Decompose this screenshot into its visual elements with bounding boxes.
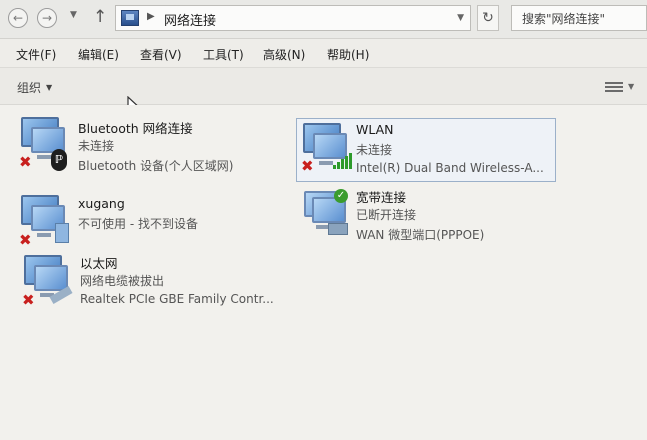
command-bar: 组织 ▼ ▼	[0, 68, 647, 105]
menu-view[interactable]: 查看(V)	[140, 46, 182, 63]
broadband-network-icon: ✓	[300, 187, 358, 247]
connection-device: WAN 微型端口(PPPOE)	[356, 228, 485, 242]
connection-name: 以太网	[80, 256, 118, 271]
error-x-icon: ✖	[22, 291, 35, 309]
menu-advanced[interactable]: 高级(N)	[263, 46, 305, 63]
search-input[interactable]: 搜索"网络连接"	[511, 5, 647, 31]
organize-button[interactable]: 组织 ▼	[17, 79, 52, 96]
forward-arrow-icon[interactable]: →	[37, 8, 57, 28]
menu-file[interactable]: 文件(F)	[16, 46, 56, 63]
breadcrumb-current[interactable]: 网络连接	[164, 10, 216, 29]
chevron-down-icon: ▼	[46, 83, 53, 92]
menu-bar: 文件(F) 编辑(E) 查看(V) 工具(T) 高级(N) 帮助(H)	[0, 39, 647, 68]
phone-icon	[55, 223, 69, 243]
network-connections-window: ← → ▼ ↑ ▶ 网络连接 ▼ ↻ 搜索"网络连接" 文件(F) 编辑(E) …	[0, 0, 647, 440]
ethernet-network-icon: ✖	[20, 253, 78, 313]
connection-status: 网络电缆被拔出	[80, 274, 165, 288]
connection-device: Bluetooth 设备(个人区域网)	[78, 159, 234, 173]
error-x-icon: ✖	[19, 153, 32, 171]
organize-label: 组织	[17, 81, 42, 95]
breadcrumb-separator[interactable]: ▶	[147, 11, 155, 22]
connection-status: 不可使用 - 找不到设备	[78, 217, 198, 231]
address-dropdown-icon[interactable]: ▼	[457, 13, 464, 23]
back-arrow-icon[interactable]: ←	[8, 8, 28, 28]
view-dropdown-icon[interactable]: ▼	[628, 82, 634, 91]
recent-locations-dropdown-icon[interactable]: ▼	[70, 10, 77, 20]
address-bar: ← → ▼ ↑ ▶ 网络连接 ▼ ↻ 搜索"网络连接"	[0, 0, 647, 39]
connection-wlan[interactable]: ✖ WLAN 未连接 Intel(R) Dual Band Wireless-A…	[296, 118, 556, 182]
connection-name: 宽带连接	[356, 190, 407, 205]
connection-ethernet[interactable]: ✖ 以太网 网络电缆被拔出 Realtek PCIe GBE Family Co…	[20, 253, 290, 319]
bluetooth-network-icon: ℙ ✖	[17, 115, 75, 175]
connection-device: Realtek PCIe GBE Family Contr...	[80, 292, 274, 306]
wan-plug-icon	[328, 223, 348, 235]
up-arrow-icon[interactable]: ↑	[93, 7, 107, 27]
address-path-box[interactable]: ▶ 网络连接 ▼	[115, 5, 471, 31]
change-view-icon[interactable]	[605, 82, 623, 96]
connection-status: 已断开连接	[356, 208, 417, 222]
menu-edit[interactable]: 编辑(E)	[78, 46, 119, 63]
connection-device: Intel(R) Dual Band Wireless-A...	[356, 161, 544, 175]
menu-help[interactable]: 帮助(H)	[327, 46, 369, 63]
connection-name: WLAN	[356, 122, 394, 137]
error-x-icon: ✖	[19, 231, 32, 249]
connection-name: Bluetooth 网络连接	[78, 121, 193, 136]
menu-tools[interactable]: 工具(T)	[203, 46, 244, 63]
check-icon: ✓	[334, 189, 348, 203]
connection-xugang[interactable]: ✖ xugang 不可使用 - 找不到设备	[17, 193, 287, 259]
bluetooth-icon: ℙ	[51, 149, 67, 171]
vpn-network-icon: ✖	[17, 193, 75, 253]
connection-name: xugang	[78, 196, 125, 211]
connection-bluetooth[interactable]: ℙ ✖ Bluetooth 网络连接 未连接 Bluetooth 设备(个人区域…	[17, 115, 287, 181]
connection-broadband[interactable]: ✓ 宽带连接 已断开连接 WAN 微型端口(PPPOE)	[300, 187, 560, 253]
connections-list: ℙ ✖ Bluetooth 网络连接 未连接 Bluetooth 设备(个人区域…	[0, 105, 647, 440]
connection-status: 未连接	[78, 139, 115, 153]
refresh-icon[interactable]: ↻	[477, 5, 499, 31]
control-panel-icon	[121, 10, 139, 26]
connection-status: 未连接	[356, 143, 393, 157]
